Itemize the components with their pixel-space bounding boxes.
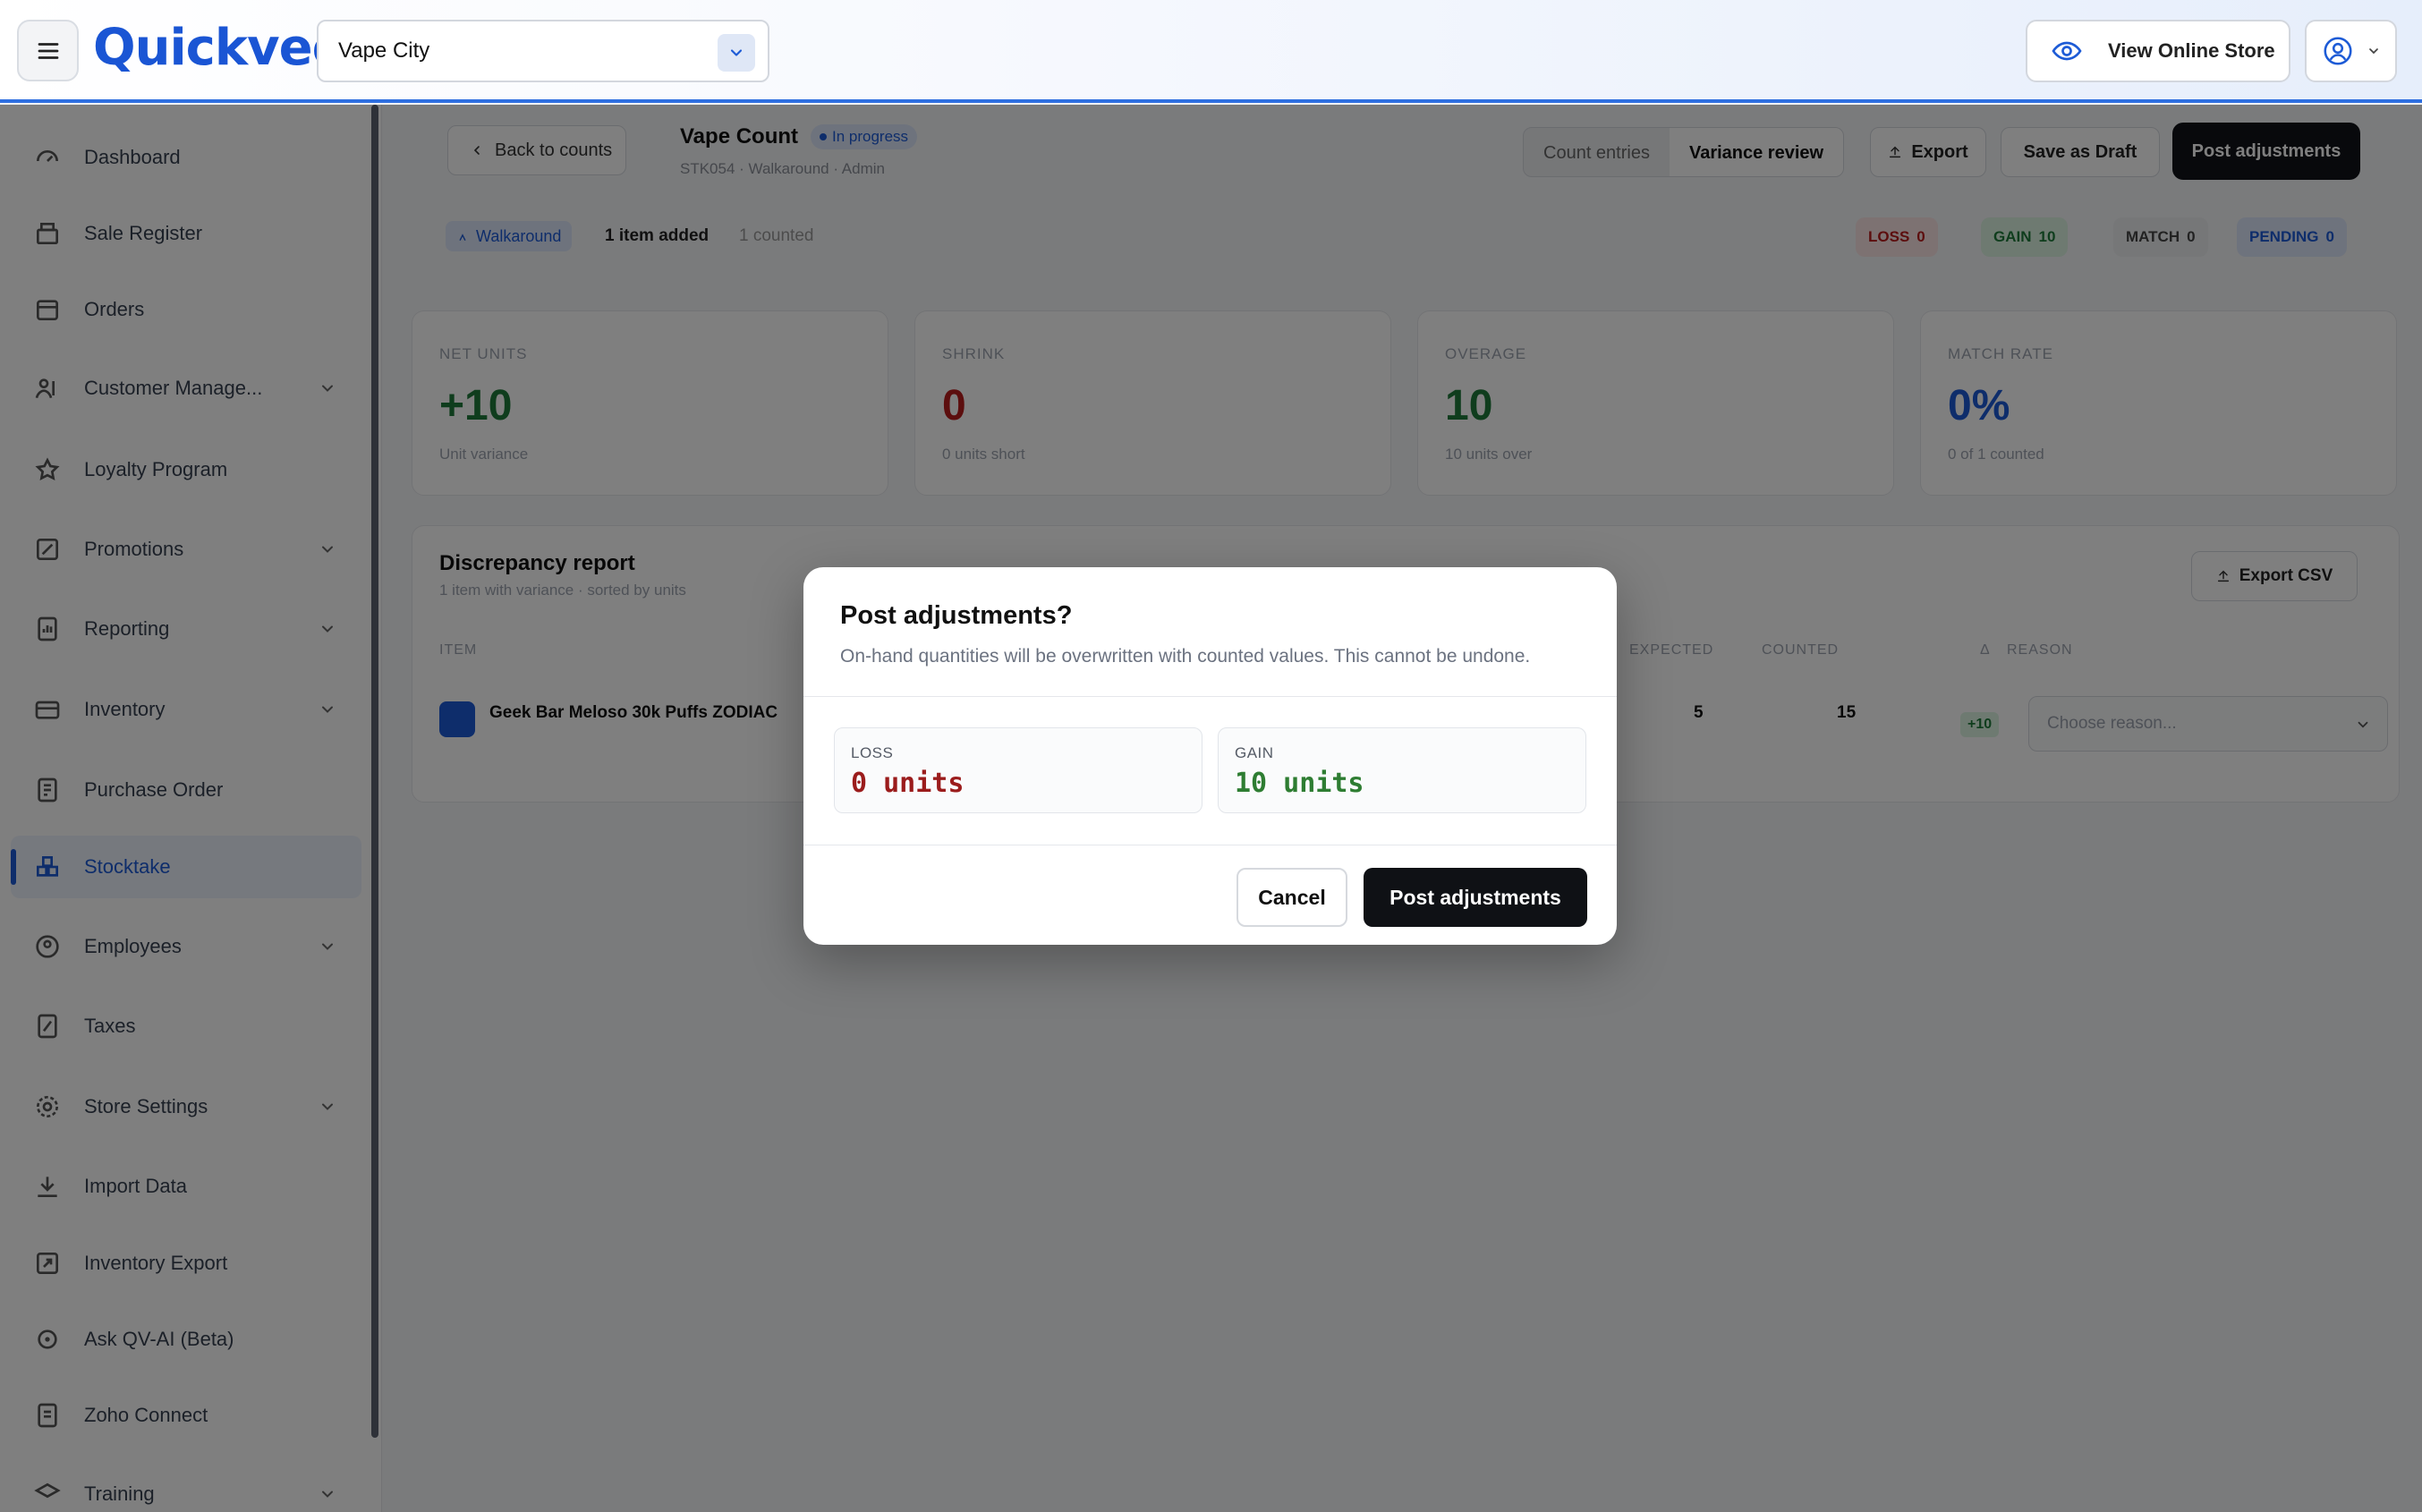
- dialog-description: On-hand quantities will be overwritten w…: [840, 646, 1531, 667]
- loss-label: LOSS: [851, 744, 894, 761]
- gain-label: GAIN: [1235, 744, 1274, 761]
- user-avatar-icon: [2323, 37, 2352, 65]
- gain-summary-box: GAIN 10 units: [1218, 727, 1586, 813]
- view-online-store-label: View Online Store: [2108, 39, 2275, 62]
- dialog-title: Post adjustments?: [840, 601, 1073, 630]
- store-name: Vape City: [338, 38, 430, 63]
- post-adjustments-dialog: Post adjustments? On-hand quantities wil…: [803, 567, 1617, 945]
- post-adjustments-button[interactable]: Post adjustments: [1364, 868, 1587, 927]
- gain-value: 10 units: [1235, 768, 1364, 799]
- divider: [803, 696, 1617, 697]
- menu-icon: [38, 42, 58, 59]
- cancel-button[interactable]: Cancel: [1236, 868, 1347, 927]
- loss-summary-box: LOSS 0 units: [834, 727, 1203, 813]
- user-menu-button[interactable]: [2305, 20, 2397, 82]
- chevron-down-icon: [2368, 48, 2378, 55]
- chevron-down-icon[interactable]: [718, 34, 755, 72]
- store-selector[interactable]: Vape City: [317, 20, 769, 82]
- hamburger-menu-button[interactable]: [17, 20, 79, 81]
- top-bar: Quickvee Vape City View Online Store: [0, 0, 2422, 103]
- view-online-store-button[interactable]: View Online Store: [2026, 20, 2290, 82]
- eye-icon: [2051, 35, 2083, 67]
- loss-value: 0 units: [851, 768, 965, 799]
- brand-logo[interactable]: Quickvee: [93, 16, 346, 79]
